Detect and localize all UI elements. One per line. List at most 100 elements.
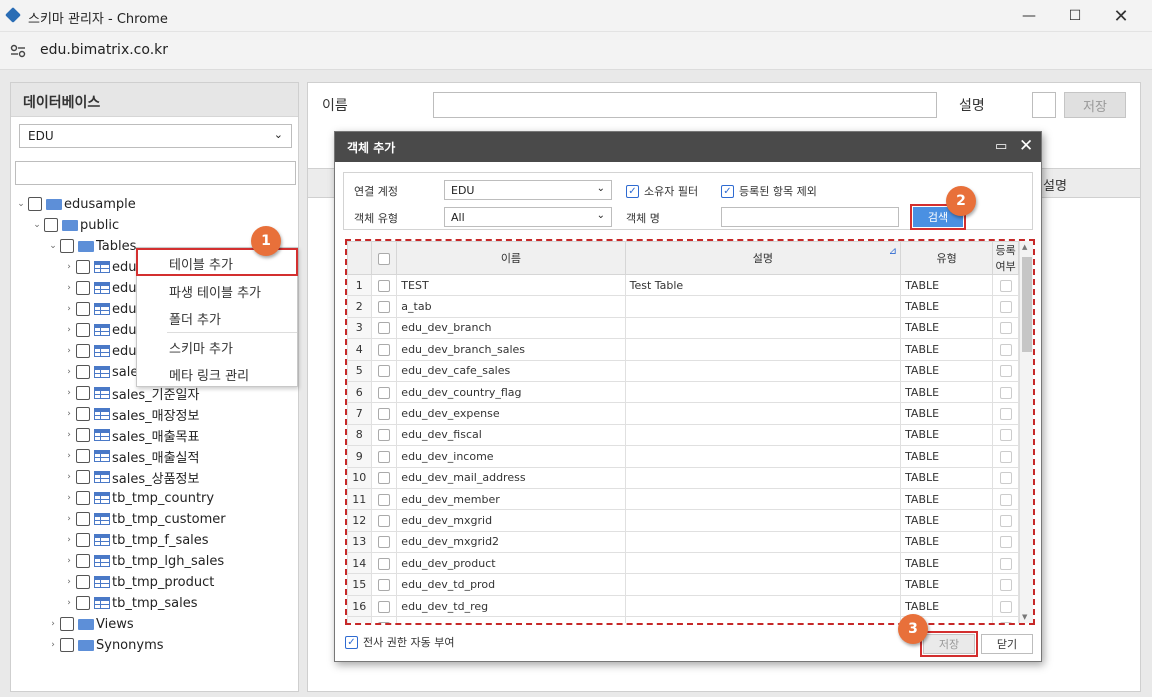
dialog-close-button[interactable]: 닫기	[981, 634, 1033, 654]
url-text[interactable]: edu.bimatrix.co.kr	[40, 42, 168, 58]
row-registered-checkbox[interactable]	[992, 530, 1019, 554]
filter-icon[interactable]: ⊿	[889, 246, 897, 257]
save-button[interactable]: 저장	[1064, 92, 1126, 118]
tree-node-table[interactable]: › edu	[62, 278, 136, 298]
table-row[interactable]: 11 edu_dev_member TABLE	[347, 487, 1019, 511]
tree-checkbox[interactable]	[76, 323, 90, 337]
menu-add-schema[interactable]: 스키마 추가	[137, 332, 297, 360]
table-row[interactable]: 4 edu_dev_branch_sales TABLE	[347, 338, 1019, 361]
chevron-right-icon[interactable]: ›	[62, 577, 76, 587]
tree-checkbox[interactable]	[76, 260, 90, 274]
row-checkbox[interactable]	[370, 487, 398, 511]
row-registered-checkbox[interactable]	[992, 487, 1019, 511]
row-registered-checkbox[interactable]	[992, 594, 1019, 618]
tree-checkbox[interactable]	[76, 596, 90, 610]
tree-checkbox[interactable]	[76, 365, 90, 379]
table-row[interactable]: 14 edu_dev_product TABLE	[347, 552, 1019, 575]
tree-checkbox[interactable]	[76, 533, 90, 547]
scroll-down-icon[interactable]: ▼	[1022, 613, 1027, 621]
row-checkbox[interactable]	[370, 616, 398, 623]
menu-add-folder[interactable]: 폴더 추가	[137, 303, 297, 331]
tree-checkbox[interactable]	[76, 512, 90, 526]
tree-search-input[interactable]	[15, 161, 296, 185]
chevron-right-icon[interactable]: ›	[62, 409, 76, 419]
object-name-input[interactable]	[721, 207, 899, 227]
chevron-right-icon[interactable]: ›	[62, 388, 76, 398]
row-registered-checkbox[interactable]	[992, 445, 1019, 468]
dialog-save-button[interactable]: 저장	[920, 631, 978, 657]
maximize-icon[interactable]: ▭	[995, 139, 1007, 154]
row-registered-checkbox[interactable]	[992, 316, 1019, 340]
tree-checkbox[interactable]	[76, 302, 90, 316]
chevron-right-icon[interactable]: ›	[46, 619, 60, 629]
vertical-scrollbar[interactable]: ▲ ▼	[1019, 241, 1033, 623]
chevron-right-icon[interactable]: ›	[62, 367, 76, 377]
chevron-right-icon[interactable]: ›	[62, 493, 76, 503]
table-row[interactable]: 2 a_tab TABLE	[347, 295, 1019, 318]
tree-node-table[interactable]: › edu	[62, 341, 136, 361]
scroll-up-icon[interactable]: ▲	[1022, 243, 1027, 251]
row-registered-checkbox[interactable]	[992, 616, 1019, 623]
row-registered-checkbox[interactable]	[992, 295, 1019, 318]
row-checkbox[interactable]	[370, 509, 398, 532]
chevron-right-icon[interactable]: ›	[62, 283, 76, 293]
tree-node-table[interactable]: › sales_매출실적	[62, 446, 199, 466]
table-row[interactable]: 15 edu_dev_td_prod TABLE	[347, 573, 1019, 596]
chevron-right-icon[interactable]: ›	[62, 430, 76, 440]
tree-checkbox[interactable]	[60, 239, 74, 253]
tree-node-table[interactable]: › tb_tmp_country	[62, 488, 214, 508]
row-registered-checkbox[interactable]	[992, 273, 1019, 297]
owner-filter-checkbox[interactable]: ✓ 소유자 필터	[626, 183, 698, 199]
row-checkbox[interactable]	[370, 573, 398, 596]
tree-node-table[interactable]: › sales_매출목표	[62, 425, 199, 445]
menu-meta-link[interactable]: 메타 링크 관리	[137, 359, 297, 387]
tree-checkbox[interactable]	[28, 197, 42, 211]
chevron-right-icon[interactable]: ›	[46, 640, 60, 650]
tree-checkbox[interactable]	[76, 575, 90, 589]
row-checkbox[interactable]	[370, 380, 398, 404]
table-row[interactable]: 9 edu_dev_income TABLE	[347, 445, 1019, 468]
tree-node-table[interactable]: › sale	[62, 362, 138, 382]
chevron-right-icon[interactable]: ›	[62, 304, 76, 314]
tree-node-table[interactable]: › tb_tmp_customer	[62, 509, 225, 529]
chevron-right-icon[interactable]: ›	[62, 535, 76, 545]
tree-node-table[interactable]: › sales_상품정보	[62, 467, 199, 487]
minimize-icon[interactable]: —	[1006, 0, 1052, 32]
tree-node-table[interactable]: › tb_tmp_product	[62, 572, 214, 592]
row-registered-checkbox[interactable]	[992, 423, 1019, 447]
scrollbar-thumb[interactable]	[1022, 257, 1032, 352]
tree-node-synonyms[interactable]: › Synonyms	[46, 635, 163, 655]
row-checkbox[interactable]	[370, 316, 398, 340]
chevron-right-icon[interactable]: ›	[62, 262, 76, 272]
table-row[interactable]: 13 edu_dev_mxgrid2 TABLE	[347, 530, 1019, 554]
account-select[interactable]: EDU ⌄	[444, 180, 612, 200]
chevron-right-icon[interactable]: ›	[62, 451, 76, 461]
tree-node-database[interactable]: ⌄ edusample	[14, 194, 136, 214]
row-registered-checkbox[interactable]	[992, 573, 1019, 596]
row-registered-checkbox[interactable]	[992, 552, 1019, 575]
table-row[interactable]: 3 edu_dev_branch TABLE	[347, 316, 1019, 340]
row-checkbox[interactable]	[370, 530, 398, 554]
row-checkbox[interactable]	[370, 338, 398, 361]
row-registered-checkbox[interactable]	[992, 509, 1019, 532]
tree-node-table[interactable]: › tb_tmp_sales	[62, 593, 197, 613]
table-row[interactable]: 7 edu_dev_expense TABLE	[347, 402, 1019, 425]
tree-checkbox[interactable]	[60, 638, 74, 652]
tree-node-table[interactable]: › tb_tmp_f_sales	[62, 530, 208, 550]
select-all-checkbox[interactable]	[370, 241, 398, 275]
chevron-right-icon[interactable]: ›	[62, 598, 76, 608]
object-type-select[interactable]: All ⌄	[444, 207, 612, 227]
chevron-right-icon[interactable]: ›	[62, 556, 76, 566]
tree-node-views[interactable]: › Views	[46, 614, 133, 634]
table-row[interactable]: 5 edu_dev_cafe_sales TABLE	[347, 359, 1019, 382]
chevron-down-icon[interactable]: ⌄	[30, 220, 44, 230]
row-checkbox[interactable]	[370, 466, 398, 489]
auto-grant-checkbox[interactable]: ✓ 전사 권한 자동 부여	[345, 634, 454, 650]
tree-node-table[interactable]: › sales_매장정보	[62, 404, 199, 424]
row-registered-checkbox[interactable]	[992, 338, 1019, 361]
tree-node-schema[interactable]: ⌄ public	[30, 215, 119, 235]
tree-node-table[interactable]: › edu	[62, 299, 136, 319]
chevron-right-icon[interactable]: ›	[62, 472, 76, 482]
tree-checkbox[interactable]	[44, 218, 58, 232]
close-icon[interactable]: ✕	[1098, 0, 1144, 32]
